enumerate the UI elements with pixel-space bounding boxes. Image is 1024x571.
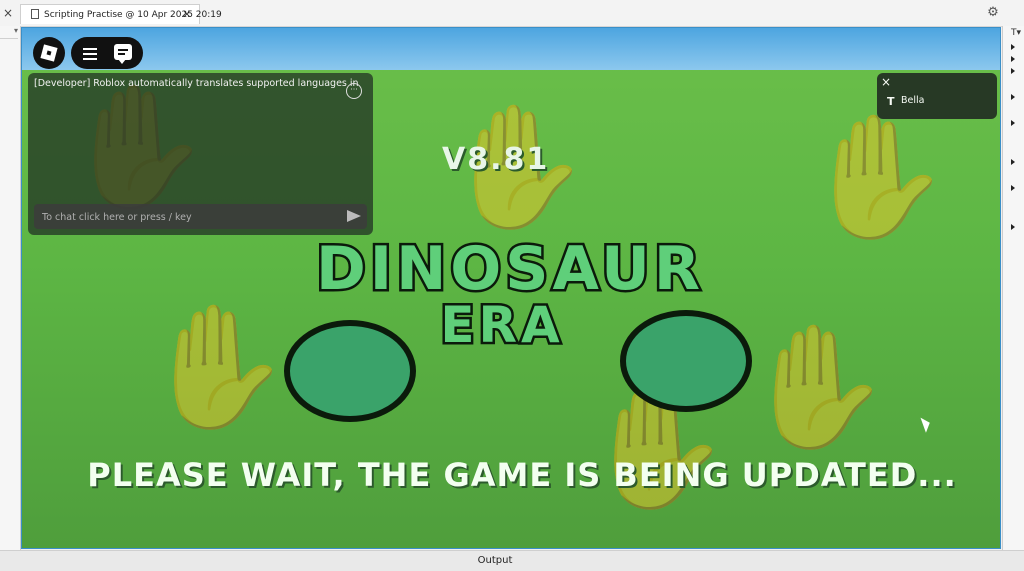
expand-arrow-icon[interactable] xyxy=(1011,68,1015,74)
chat-message: [Developer] Roblox automatically transla… xyxy=(34,78,359,89)
update-status-text: PLEASE WAIT, THE GAME IS BEING UPDATED..… xyxy=(87,456,957,494)
close-icon[interactable]: × xyxy=(0,4,16,22)
filter-icon[interactable]: T▾ xyxy=(1011,28,1021,38)
hamburger-menu-icon[interactable] xyxy=(83,46,97,60)
footprint-decoration: ✋ xyxy=(142,298,292,437)
expand-arrow-icon[interactable] xyxy=(1011,159,1015,165)
more-options-icon[interactable]: ··· xyxy=(346,83,362,99)
version-label: V8.81 xyxy=(442,142,550,177)
game-subtitle: ERA xyxy=(438,294,564,357)
footprint-decoration: ✋ xyxy=(742,318,892,457)
output-bar[interactable]: Output xyxy=(0,550,1024,571)
claw-right-decoration xyxy=(620,310,752,412)
chat-window: [Developer] Roblox automatically transla… xyxy=(28,73,373,235)
right-panel: T▾ xyxy=(1002,26,1024,550)
gear-icon[interactable]: ⚙ xyxy=(986,6,1000,20)
expand-arrow-icon[interactable] xyxy=(1011,56,1015,62)
chat-toggle-icon[interactable] xyxy=(114,44,132,64)
tab-close-icon[interactable]: × xyxy=(183,5,191,25)
footprint-decoration: ✋ xyxy=(802,108,952,247)
player-list: × T Bella xyxy=(877,73,997,119)
output-label[interactable]: Output xyxy=(0,555,990,566)
expand-arrow-icon[interactable] xyxy=(1011,94,1015,100)
player-icon: T xyxy=(887,95,895,108)
tab-title: Scripting Practise @ 10 Apr 2025 20:19 xyxy=(44,10,222,20)
menu-chat-button-group xyxy=(71,37,143,69)
chat-input[interactable] xyxy=(40,207,334,227)
tab-bar: × Scripting Practise @ 10 Apr 2025 20:19… xyxy=(0,0,1024,27)
roblox-logo-icon xyxy=(40,44,58,62)
chevron-down-icon[interactable]: ▾ xyxy=(0,26,18,39)
game-viewport[interactable]: ✋ ✋ ✋ ✋ ✋ ✋ [Developer] Roblox automatic… xyxy=(21,27,1001,549)
expand-arrow-icon[interactable] xyxy=(1011,44,1015,50)
expand-arrow-icon[interactable] xyxy=(1011,185,1015,191)
player-name[interactable]: Bella xyxy=(901,95,924,106)
sky-band xyxy=(22,28,1000,70)
game-title: DINOSAUR xyxy=(313,232,705,307)
left-panel: ▾ xyxy=(0,26,21,550)
roblox-menu-button[interactable] xyxy=(33,37,65,69)
close-icon[interactable]: × xyxy=(881,75,891,89)
claw-left-decoration xyxy=(284,320,416,422)
mouse-cursor-icon xyxy=(920,415,933,433)
expand-arrow-icon[interactable] xyxy=(1011,120,1015,126)
expand-arrow-icon[interactable] xyxy=(1011,224,1015,230)
tab-scripting-practise[interactable]: Scripting Practise @ 10 Apr 2025 20:19 × xyxy=(20,4,222,25)
send-icon[interactable] xyxy=(347,210,361,222)
chat-input-bar[interactable] xyxy=(34,204,367,229)
document-icon xyxy=(31,9,39,19)
